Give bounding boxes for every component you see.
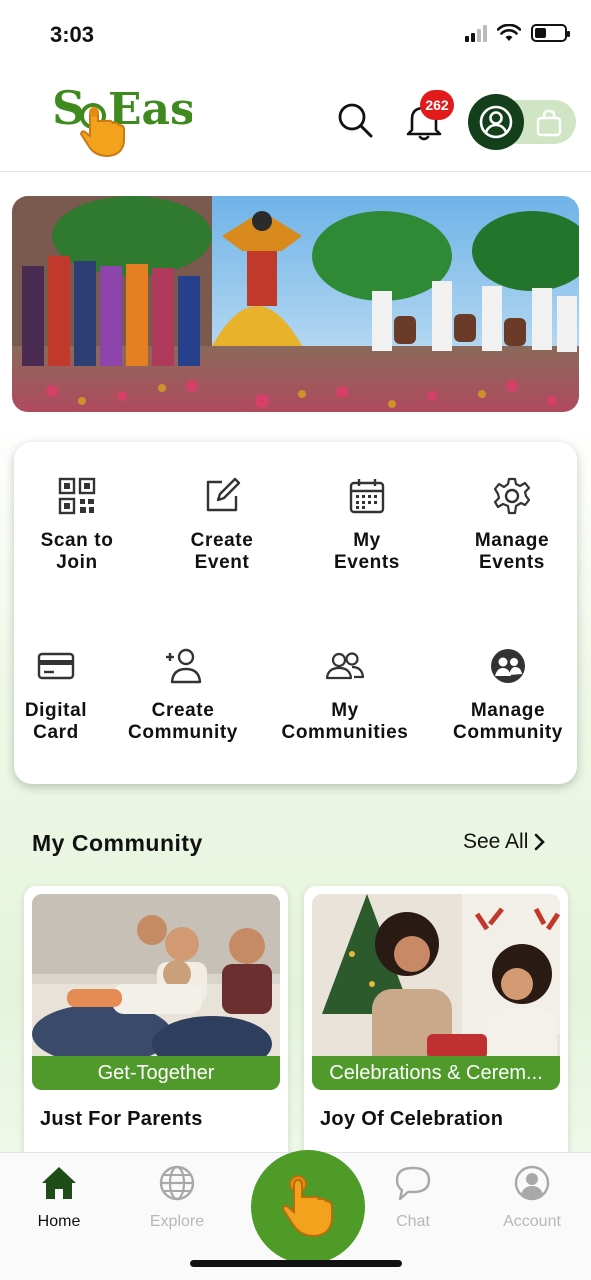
edit-icon (206, 477, 241, 512)
app-logo[interactable]: S Easy (52, 76, 192, 171)
community-tag: Get-Together (32, 1056, 280, 1090)
add-user-icon (166, 648, 202, 684)
festival-banner[interactable] (12, 196, 579, 412)
shopping-bag-icon (536, 109, 562, 137)
center-action-button[interactable] (251, 1150, 365, 1264)
community-image: Get-Together (32, 894, 280, 1090)
nav-chat[interactable]: Chat (358, 1163, 468, 1231)
community-tag: Celebrations & Cerem... (312, 1056, 560, 1090)
community-card[interactable]: Celebrations & Cerem... Joy Of Celebrati… (304, 886, 568, 1166)
status-icons (465, 24, 570, 42)
action-create-community[interactable]: Create Community (108, 646, 258, 744)
action-my-communities[interactable]: My Communities (270, 646, 420, 744)
home-icon (42, 1167, 76, 1199)
community-icon (491, 649, 525, 683)
nav-label: Home (37, 1213, 81, 1230)
wifi-icon (497, 24, 521, 41)
nav-account[interactable]: Account (477, 1163, 587, 1231)
community-name: Just For Parents (40, 1108, 203, 1130)
section-title: My Community (32, 830, 203, 856)
tap-hand-icon (281, 1175, 333, 1238)
search-icon[interactable] (335, 100, 375, 140)
qr-code-icon (58, 477, 96, 515)
chevron-right-icon (535, 833, 546, 851)
nav-label: Chat (396, 1213, 430, 1230)
globe-icon (159, 1165, 195, 1201)
nav-explore[interactable]: Explore (122, 1163, 232, 1231)
calendar-icon (349, 479, 385, 514)
action-label: Create Community (128, 700, 238, 743)
account-icon (514, 1165, 550, 1201)
notification-badge: 262 (420, 90, 454, 120)
see-all-link[interactable]: See All (463, 830, 546, 854)
mode-toggle[interactable] (468, 94, 578, 152)
battery-icon (531, 24, 570, 42)
banner-image (12, 196, 579, 412)
gear-icon (493, 477, 531, 515)
chat-icon (395, 1166, 431, 1201)
users-icon (325, 652, 365, 680)
nav-home[interactable]: Home (4, 1163, 114, 1231)
svg-text:S: S (52, 81, 85, 135)
action-label: Manage Community (453, 700, 563, 743)
action-manage-events[interactable]: Manage Events (437, 476, 587, 574)
action-create-event[interactable]: Create Event (147, 476, 297, 574)
app-header: S Easy 262 (0, 70, 591, 172)
nav-label: Explore (149, 1213, 205, 1230)
action-label: Scan to Join (40, 530, 114, 573)
signal-icon (465, 24, 487, 42)
nav-label: Account (503, 1213, 561, 1230)
community-card[interactable]: Get-Together Just For Parents (24, 886, 288, 1166)
status-bar: 3:03 (0, 0, 591, 70)
see-all-label: See All (463, 830, 529, 853)
action-label: My Communities (281, 700, 409, 743)
action-label: My Events (334, 530, 400, 573)
card-icon (37, 652, 75, 680)
home-indicator (190, 1260, 402, 1267)
action-scan-to-join[interactable]: Scan to Join (2, 476, 152, 574)
action-label: Create Event (190, 530, 254, 573)
status-time: 3:03 (50, 22, 95, 47)
toggle-knob (468, 94, 524, 150)
user-icon (479, 105, 513, 139)
community-name: Joy Of Celebration (320, 1108, 504, 1130)
action-my-events[interactable]: My Events (292, 476, 442, 574)
action-label: Manage Events (474, 530, 550, 573)
quick-actions-card: Scan to Join Create Event My Events Mana (14, 442, 577, 784)
logo-hand-icon: S Easy (52, 81, 192, 158)
action-manage-community[interactable]: Manage Community (433, 646, 583, 744)
community-image: Celebrations & Cerem... (312, 894, 560, 1090)
